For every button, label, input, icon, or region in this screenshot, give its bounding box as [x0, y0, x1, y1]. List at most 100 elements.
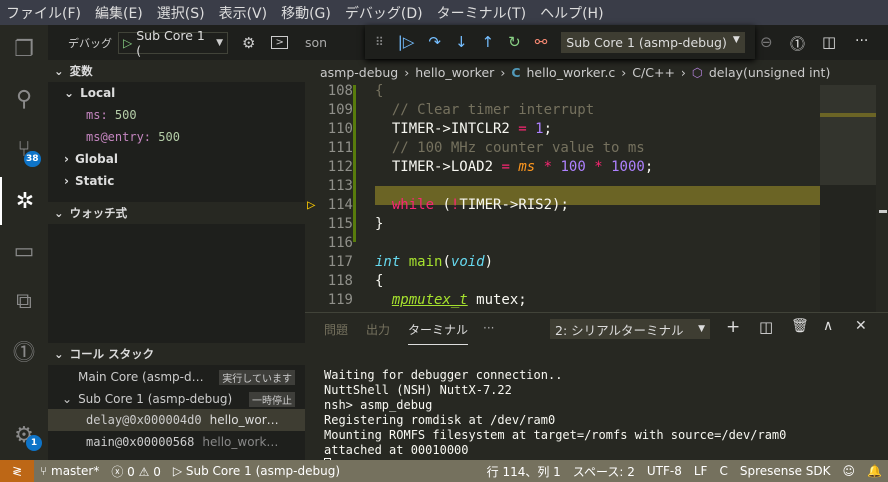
- eol[interactable]: LF: [694, 464, 708, 478]
- code-line[interactable]: 118{: [305, 272, 820, 291]
- code-line[interactable]: 108{: [305, 82, 820, 101]
- code-line[interactable]: 110 TIMER->INTCLR2 = 1;: [305, 120, 820, 139]
- tab-output[interactable]: 出力: [366, 321, 390, 338]
- more-actions-icon[interactable]: ···: [855, 33, 868, 49]
- stack-frame[interactable]: main@0x00000568 hello_work…: [48, 431, 305, 453]
- status-bar: ≷ ⑂ master* ⓧ 0 ⚠ 0 ▷ Sub Core 1 (asmp-d…: [0, 460, 888, 482]
- menu-debug[interactable]: デバッグ(D): [345, 3, 423, 23]
- debug-console-icon[interactable]: >: [271, 36, 288, 49]
- toggle-icon[interactable]: ⊖: [760, 33, 773, 51]
- drag-handle-icon[interactable]: ⠿: [375, 35, 384, 49]
- start-debug-icon[interactable]: ▷: [123, 36, 132, 50]
- problems-status[interactable]: ⓧ 0 ⚠ 0: [111, 463, 161, 480]
- continue-icon[interactable]: |▷: [398, 33, 415, 51]
- settings-badge: 1: [26, 435, 42, 451]
- bell-icon[interactable]: 🔔: [867, 464, 882, 478]
- close-panel-icon[interactable]: ✕: [855, 318, 867, 334]
- encoding[interactable]: UTF-8: [647, 464, 682, 478]
- feedback-icon[interactable]: ☺: [843, 464, 856, 478]
- debug-toolbar: ⠿ |▷ ↷ ↓ ↑ ↻ ⚯ Sub Core 1 (asmp-debug) ▼: [365, 25, 755, 59]
- variable-ms[interactable]: ms: 500: [48, 104, 305, 126]
- menu-terminal[interactable]: ターミナル(T): [437, 3, 526, 23]
- breadcrumb-item[interactable]: delay(unsigned int): [709, 65, 831, 80]
- git-graph-icon[interactable]: ⓵: [0, 327, 48, 375]
- step-over-icon[interactable]: ↷: [428, 33, 441, 51]
- menu-view[interactable]: 表示(V): [219, 3, 268, 23]
- step-out-icon[interactable]: ↑: [482, 33, 495, 51]
- code-line[interactable]: 109 // Clear timer interrupt: [305, 101, 820, 120]
- terminal-select[interactable]: 2: シリアルターミナル ▼: [550, 319, 710, 339]
- restart-icon[interactable]: ↻: [508, 33, 521, 51]
- search-icon[interactable]: ⚲: [0, 75, 48, 123]
- debug-title: デバッグ: [68, 36, 112, 50]
- explorer-icon[interactable]: ❐: [0, 25, 48, 73]
- scm-badge: 38: [24, 151, 41, 167]
- remote-icon[interactable]: ≷: [0, 460, 34, 482]
- scope-global[interactable]: › Global: [48, 148, 305, 170]
- terminal-panel: 問題 出力 ターミナル ··· 2: シリアルターミナル ▼ + ◫ 🗑 ∧ ✕ …: [305, 312, 888, 472]
- new-terminal-icon[interactable]: +: [726, 317, 740, 337]
- menu-edit[interactable]: 編集(E): [95, 3, 143, 23]
- code-line[interactable]: 113: [305, 177, 820, 196]
- breadcrumb-item[interactable]: asmp-debug: [320, 65, 398, 80]
- disconnect-icon[interactable]: ⚯: [535, 33, 548, 51]
- line-number: 113: [327, 178, 353, 194]
- menu-go[interactable]: 移動(G): [281, 3, 331, 23]
- breadcrumb-item[interactable]: hello_worker.c: [527, 65, 616, 80]
- debug-config-select[interactable]: ▷ Sub Core 1 ( ▼: [118, 28, 228, 58]
- source-control-icon[interactable]: ⑂ 38: [0, 125, 48, 173]
- step-into-icon[interactable]: ↓: [455, 33, 468, 51]
- trash-icon[interactable]: 🗑: [791, 318, 809, 334]
- indentation[interactable]: スペース: 2: [573, 463, 635, 480]
- cursor-position[interactable]: 行 114、列 1: [487, 463, 561, 480]
- tab-json[interactable]: son: [305, 35, 327, 50]
- gear-icon[interactable]: ⚙ 1: [0, 411, 48, 459]
- terminal-output[interactable]: Waiting for debugger connection.. NuttSh…: [324, 353, 786, 476]
- scrollbar[interactable]: [876, 85, 888, 312]
- tab-problems[interactable]: 問題: [324, 321, 348, 338]
- scope-static[interactable]: › Static: [48, 170, 305, 192]
- gear-icon[interactable]: ⚙: [242, 34, 255, 52]
- code-line[interactable]: 116: [305, 234, 820, 253]
- menu-selection[interactable]: 選択(S): [157, 3, 205, 23]
- branch-status[interactable]: ⑂ master*: [40, 464, 99, 478]
- menu-help[interactable]: ヘルプ(H): [540, 3, 603, 23]
- remote-explorer-icon[interactable]: ▭: [0, 227, 48, 275]
- menu-bar: ファイル(F) 編集(E) 選択(S) 表示(V) 移動(G) デバッグ(D) …: [0, 0, 888, 25]
- line-number: 112: [327, 159, 353, 175]
- split-editor-icon[interactable]: ◫: [822, 33, 836, 51]
- breadcrumb-item[interactable]: C/C++: [632, 65, 675, 80]
- variables-section-header[interactable]: ⌄ 変数: [48, 60, 305, 82]
- sdk-status[interactable]: Spresense SDK: [740, 464, 831, 478]
- tab-more[interactable]: ···: [483, 321, 494, 335]
- language-mode[interactable]: C: [719, 464, 727, 478]
- debug-session-select[interactable]: Sub Core 1 (asmp-debug) ▼: [561, 31, 745, 53]
- minimap[interactable]: [820, 85, 876, 312]
- debug-icon[interactable]: ✲: [0, 177, 48, 225]
- debug-status[interactable]: ▷ Sub Core 1 (asmp-debug): [173, 464, 340, 478]
- thread-main-core[interactable]: Main Core (asmp-d… 実行しています: [48, 366, 305, 388]
- code-line[interactable]: 117 int main(void): [305, 253, 820, 272]
- line-number: 118: [327, 273, 353, 289]
- breadcrumb-item[interactable]: hello_worker: [415, 65, 494, 80]
- code-line[interactable]: 114 while (!TIMER->RIS2); ▷: [305, 196, 820, 215]
- scope-local[interactable]: ⌄ Local: [48, 82, 305, 104]
- code-line[interactable]: 115}: [305, 215, 820, 234]
- stack-frame[interactable]: delay@0x000004d0 hello_wor…: [48, 409, 305, 431]
- code-line[interactable]: 119 mpmutex_t mutex;: [305, 291, 820, 310]
- line-number: 108: [327, 83, 353, 99]
- watch-section-header[interactable]: ⌄ ウォッチ式: [48, 202, 305, 224]
- git-graph-icon[interactable]: ⓵: [790, 33, 805, 54]
- split-terminal-icon[interactable]: ◫: [759, 318, 773, 336]
- thread-state-badge: 一時停止: [249, 391, 295, 407]
- callstack-section-header[interactable]: ⌄ コール スタック: [48, 343, 305, 365]
- thread-sub-core[interactable]: ⌄ Sub Core 1 (asmp-debug) 一時停止: [48, 388, 305, 410]
- tab-terminal[interactable]: ターミナル: [408, 321, 469, 345]
- menu-file[interactable]: ファイル(F): [6, 3, 81, 23]
- line-number: 119: [327, 292, 353, 308]
- variable-ms-entry[interactable]: ms@entry: 500: [48, 126, 305, 148]
- maximize-panel-icon[interactable]: ∧: [823, 318, 833, 334]
- extensions-icon[interactable]: ⧉: [0, 277, 48, 325]
- code-line[interactable]: 112 TIMER->LOAD2 = ms * 100 * 1000;: [305, 158, 820, 177]
- code-line[interactable]: 111 // 100 MHz counter value to ms: [305, 139, 820, 158]
